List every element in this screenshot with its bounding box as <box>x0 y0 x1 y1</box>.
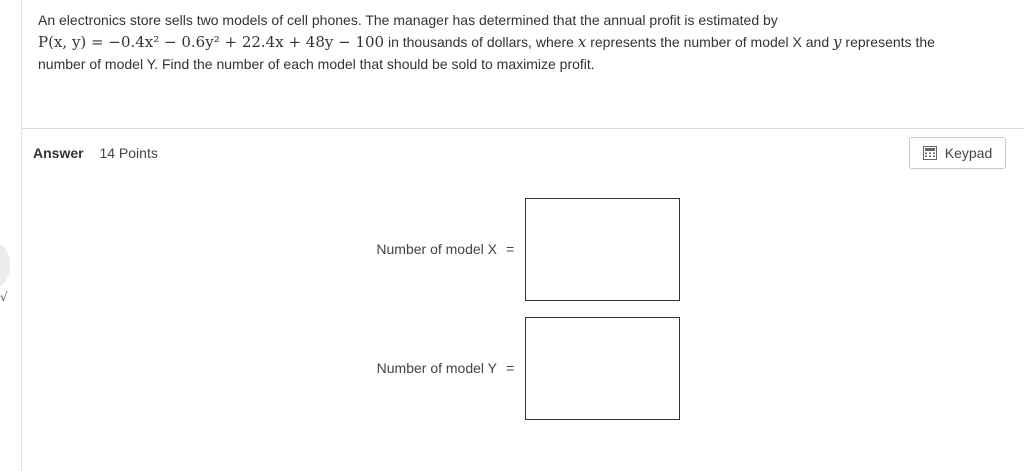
keypad-label: Keypad <box>944 145 993 161</box>
left-border <box>21 0 22 471</box>
question-line-3: number of model Y. Find the number of ea… <box>38 56 595 72</box>
question-line-2-mid: represents the number of model X and <box>586 34 834 50</box>
answer-label: Answer <box>33 145 84 161</box>
calculator-icon <box>922 146 937 160</box>
keypad-button[interactable]: Keypad <box>909 137 1006 169</box>
profit-formula: P(x, y) = −0.4x² − 0.6y² + 22.4x + 48y −… <box>38 33 385 51</box>
side-mark: √ <box>0 290 8 304</box>
side-collapse-tab[interactable] <box>0 244 10 286</box>
model-y-equals: = <box>506 360 515 376</box>
question-line-2: P(x, y) = −0.4x² − 0.6y² + 22.4x + 48y −… <box>38 31 998 53</box>
model-y-label: Number of model Y <box>376 360 497 376</box>
model-x-equals: = <box>506 241 515 257</box>
model-y-input[interactable] <box>525 317 680 420</box>
question-line-1: An electronics store sells two models of… <box>38 12 778 28</box>
question-line-2-end: represents the <box>841 34 935 50</box>
points-value: 14 Points <box>99 145 158 161</box>
model-x-input[interactable] <box>525 198 680 301</box>
question-line-2-rest: in thousands of dollars, where <box>384 34 578 50</box>
answer-header: Answer 14 Points <box>33 145 158 161</box>
model-x-label: Number of model X <box>376 241 497 257</box>
variable-y: y <box>833 33 842 51</box>
question-text: An electronics store sells two models of… <box>38 9 998 75</box>
question-page: √ An electronics store sells two models … <box>0 0 1024 471</box>
section-divider <box>22 128 1024 129</box>
